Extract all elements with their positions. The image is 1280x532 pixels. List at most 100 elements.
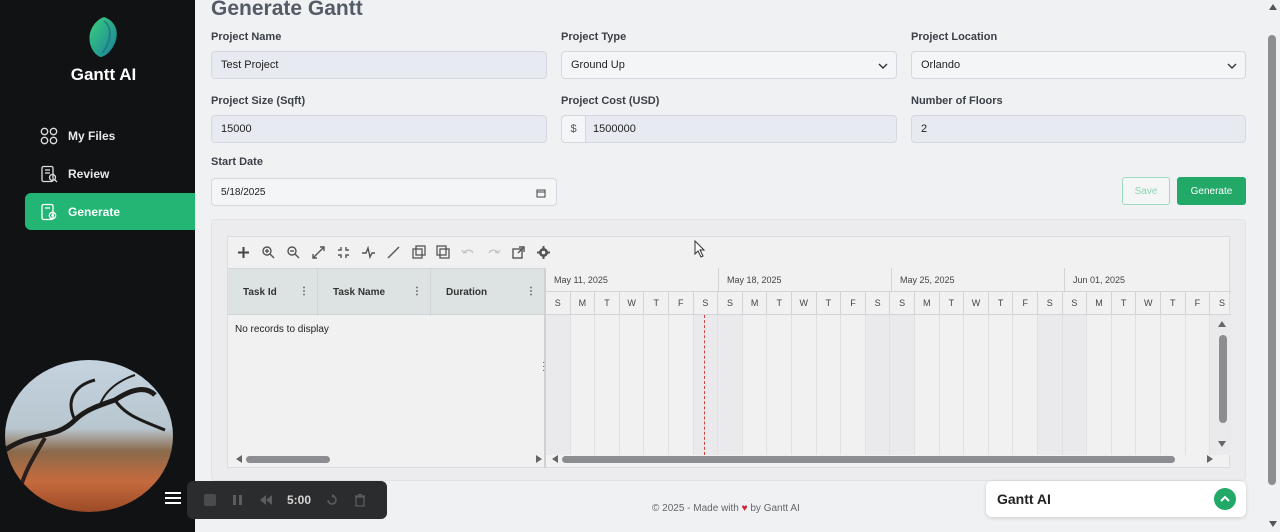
day-header: T	[644, 292, 669, 315]
splitter-handle-icon[interactable]: · · ·	[542, 358, 545, 376]
grid-icon	[40, 127, 58, 144]
collapse-icon[interactable]	[336, 245, 351, 260]
tree-landscape-image	[5, 374, 166, 491]
gantt-timeline: May 11, 2025 May 18, 2025 May 25, 2025 J…	[546, 268, 1231, 468]
floors-label: Number of Floors	[911, 95, 1003, 107]
redo-icon[interactable]	[486, 245, 501, 260]
day-column	[571, 315, 596, 455]
day-header: S	[1210, 292, 1231, 315]
chat-title: Gantt AI	[997, 491, 1051, 507]
sidebar-item-generate[interactable]: Generate	[25, 193, 195, 230]
generate-button[interactable]: Generate	[1177, 177, 1246, 205]
scroll-down-icon[interactable]	[1217, 439, 1227, 449]
scroll-right-icon[interactable]	[534, 454, 544, 464]
project-location-select[interactable]: Orlando	[911, 51, 1246, 79]
avatar	[5, 360, 173, 512]
footer-prefix: © 2025 - Made with	[652, 503, 739, 514]
project-size-field[interactable]: 15000	[211, 115, 547, 143]
scroll-up-icon[interactable]	[1268, 3, 1278, 11]
menu-icon[interactable]	[165, 491, 181, 505]
day-column	[964, 315, 989, 455]
export-icon[interactable]	[511, 245, 526, 260]
column-header-duration[interactable]: Duration ⋮	[431, 269, 544, 316]
chevron-up-icon	[1220, 495, 1230, 502]
project-cost-value: 1500000	[593, 123, 636, 135]
day-header: T	[1111, 292, 1137, 315]
day-header: S	[718, 292, 743, 315]
zoom-in-icon[interactable]	[261, 245, 276, 260]
day-header: M	[915, 292, 940, 315]
page-scrollbar[interactable]	[1266, 0, 1280, 532]
project-type-select[interactable]: Ground Up	[561, 51, 897, 79]
zoom-out-icon[interactable]	[286, 245, 301, 260]
indent-icon[interactable]	[411, 245, 426, 260]
day-header: T	[767, 292, 792, 315]
column-label: Duration	[446, 287, 488, 298]
outdent-icon[interactable]	[436, 245, 451, 260]
chat-widget[interactable]: Gantt AI	[986, 481, 1246, 517]
week-header: May 25, 2025	[892, 268, 1065, 292]
column-menu-icon[interactable]: ⋮	[526, 286, 536, 297]
column-menu-icon[interactable]: ⋮	[412, 286, 422, 297]
brand-name: Gantt AI	[70, 65, 137, 84]
settings-gear-icon[interactable]	[536, 245, 551, 260]
page-title: Generate Gantt	[211, 0, 363, 20]
scroll-up-icon[interactable]	[1217, 319, 1227, 329]
add-icon[interactable]	[236, 245, 251, 260]
sidebar-item-review[interactable]: Review	[25, 155, 195, 192]
day-column	[915, 315, 940, 455]
floors-field[interactable]: 2	[911, 115, 1246, 143]
day-column	[620, 315, 645, 455]
chevron-down-icon	[878, 63, 888, 69]
day-column	[1062, 315, 1088, 455]
gantt-ai-logo	[89, 17, 117, 57]
column-header-task-id[interactable]: Task Id ⋮	[228, 269, 318, 316]
day-column	[718, 315, 743, 455]
project-location-label: Project Location	[911, 31, 998, 43]
day-header: W	[792, 292, 817, 315]
chat-toggle-button[interactable]	[1214, 488, 1236, 510]
connector-icon[interactable]	[386, 245, 401, 260]
column-header-task-name[interactable]: Task Name ⋮	[318, 269, 431, 316]
scroll-thumb[interactable]	[246, 456, 330, 463]
day-column	[546, 315, 571, 455]
project-type-label: Project Type	[561, 31, 627, 43]
scroll-down-icon[interactable]	[1268, 520, 1278, 528]
day-header: W	[619, 292, 645, 315]
day-column	[644, 315, 669, 455]
expand-icon[interactable]	[311, 245, 326, 260]
review-doc-icon	[41, 165, 58, 182]
sidebar-item-label: Generate	[68, 204, 121, 219]
project-name-field[interactable]: Test Project	[211, 51, 547, 79]
timeline-vertical-scrollbar[interactable]	[1217, 317, 1229, 452]
scroll-left-icon[interactable]	[550, 454, 560, 464]
mouse-cursor-icon	[694, 240, 706, 258]
sidebar-item-my-files[interactable]: My Files	[25, 117, 195, 154]
scroll-thumb[interactable]	[1219, 335, 1227, 423]
start-date-label: Start Date	[211, 156, 263, 168]
day-header: F	[841, 292, 866, 315]
scroll-left-icon[interactable]	[234, 454, 244, 464]
project-type-value: Ground Up	[571, 59, 625, 71]
column-menu-icon[interactable]: ⋮	[299, 286, 309, 297]
day-header: F	[1013, 292, 1038, 315]
critical-path-icon[interactable]	[361, 245, 376, 260]
calendar-icon[interactable]	[536, 188, 546, 198]
column-label: Task Id	[243, 287, 277, 298]
project-cost-label: Project Cost (USD)	[561, 95, 660, 107]
timeline-horizontal-scrollbar[interactable]	[550, 453, 1215, 465]
project-cost-field[interactable]: $ 1500000	[561, 115, 897, 143]
day-header: T	[816, 292, 842, 315]
undo-icon[interactable]	[461, 245, 476, 260]
start-date-field[interactable]: 5/18/2025	[211, 178, 557, 206]
day-column	[865, 315, 891, 455]
day-column	[1013, 315, 1038, 455]
grid-horizontal-scrollbar[interactable]	[234, 453, 542, 465]
scroll-right-icon[interactable]	[1205, 454, 1215, 464]
day-header: M	[742, 292, 768, 315]
scroll-thumb[interactable]	[1268, 35, 1276, 485]
scroll-thumb[interactable]	[562, 456, 1175, 463]
heart-icon: ♥	[741, 503, 748, 514]
day-column	[767, 315, 792, 455]
save-button[interactable]: Save	[1122, 177, 1170, 205]
